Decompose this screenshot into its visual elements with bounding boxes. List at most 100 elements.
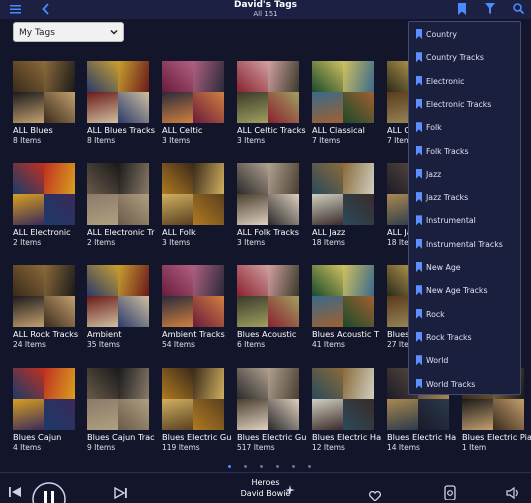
tag-tile-count: 2 Items	[13, 238, 42, 247]
tag-menu-item[interactable]: Instrumental Tracks	[409, 235, 522, 255]
tag-menu-item-label: New Age Tracks	[426, 286, 488, 296]
tag-tile-count: 8 Items	[87, 136, 116, 145]
tag-tile-name: ALL Folk	[162, 227, 196, 237]
tag-tile-count: 8 Items	[13, 136, 42, 145]
pager-dot[interactable]	[260, 465, 263, 468]
filter-icon[interactable]	[485, 3, 495, 14]
tag-tile-count: 7 Items	[312, 136, 341, 145]
tag-tile-count: 18 Items	[312, 238, 345, 247]
bookmark-icon	[416, 122, 422, 133]
tag-tile-count: 9 Items	[87, 443, 116, 452]
tag-menu-item[interactable]: Country	[409, 25, 522, 45]
tag-menu-item-label: New Age	[426, 263, 461, 272]
tag-tile-count: 3 Items	[162, 238, 191, 247]
tag-menu-item[interactable]: Electronic Tracks	[409, 95, 522, 115]
tag-menu-item-label: Country	[426, 30, 457, 39]
bookmark-icon	[416, 238, 422, 249]
bookmark-icon	[416, 215, 422, 226]
tag-tile-name: ALL Rock Tracks	[13, 329, 79, 339]
tag-tile-count: 12 Items	[312, 443, 345, 452]
tag-tile-count: 4 Items	[13, 443, 42, 452]
tag-menu-item[interactable]: Rock Tracks	[409, 328, 522, 348]
tag-tile-count: 54 Items	[162, 340, 195, 349]
tag-menu-item-label: Electronic	[426, 76, 465, 86]
album-art-collage	[312, 61, 374, 123]
tag-menu-item[interactable]: Country Tracks	[409, 48, 522, 68]
tag-tile-count: 3 Items	[237, 136, 266, 145]
tag-menu-item[interactable]: Jazz	[409, 165, 522, 185]
bookmark-icon	[416, 145, 422, 156]
tag-tile-name: ALL Celtic Tracks	[237, 125, 306, 135]
tag-tile-name: ALL Celtic	[162, 125, 203, 135]
tag-menu-item-label: Folk	[426, 123, 442, 133]
top-bar: David's Tags All 151	[0, 0, 531, 19]
pager-dot[interactable]	[292, 465, 295, 468]
tag-tile-count: 14 Items	[387, 443, 420, 452]
tag-menu-item[interactable]: World	[409, 351, 522, 371]
album-art-collage	[312, 163, 374, 225]
tag-menu-item-label: Electronic Tracks	[426, 99, 492, 109]
album-art-collage	[162, 163, 224, 225]
pager-dot[interactable]	[276, 465, 279, 468]
tag-tile-name: ALL Jazz	[312, 227, 346, 237]
album-art-collage	[13, 368, 75, 430]
tag-tile-count: 35 Items	[87, 340, 120, 349]
tag-tile-name: Blues Electric Ha	[312, 432, 382, 442]
tag-menu-item[interactable]: Electronic	[409, 72, 522, 92]
album-art-collage	[162, 61, 224, 123]
album-art-collage	[87, 61, 149, 123]
bookmark-icon	[416, 378, 422, 389]
bookmark-icon	[416, 308, 422, 319]
tag-tile-name: ALL Electronic	[13, 227, 71, 237]
tag-menu-item[interactable]: Jazz Tracks	[409, 188, 522, 208]
tag-menu-item[interactable]: Instrumental	[409, 211, 522, 231]
bookmark-icon	[416, 98, 422, 109]
tag-menu-item[interactable]: World Tracks	[409, 375, 522, 395]
bookmark-icon[interactable]	[458, 3, 466, 15]
tag-menu-item-label: Jazz Tracks	[426, 193, 469, 203]
tag-menu-item[interactable]: New Age Tracks	[409, 281, 522, 301]
bookmark-icon	[416, 29, 422, 39]
tag-tile-count: 517 Items	[237, 443, 275, 452]
bookmark-icon	[416, 75, 422, 86]
now-playing-title: Heroes	[251, 478, 280, 487]
tag-tile-count: 1 Item	[462, 443, 487, 452]
bookmark-icon	[416, 192, 422, 203]
tag-tile-count: 3 Items	[162, 136, 191, 145]
pager-dot[interactable]	[228, 465, 231, 468]
tag-menu-item[interactable]: New Age	[409, 258, 522, 278]
tag-tile-count: 3 Items	[237, 238, 266, 247]
album-art-collage	[13, 163, 75, 225]
pager-dot[interactable]	[308, 465, 311, 468]
album-art-collage	[312, 265, 374, 327]
tag-tile-count: 6 Items	[237, 340, 266, 349]
tag-menu-item[interactable]: Rock	[409, 305, 522, 325]
tag-tile-name: ALL Blues	[13, 125, 53, 135]
tag-menu-item-label: Rock Tracks	[426, 332, 472, 342]
tag-dropdown-menu: Country Country Tracks Electronic Electroni…	[408, 21, 521, 395]
tag-menu-item-label: World	[426, 356, 449, 366]
tag-tile-name: Blues Acoustic T	[312, 329, 379, 339]
tag-tile-name: Ambient	[87, 329, 122, 339]
tag-tile-name: Blues Cajun	[13, 432, 62, 442]
tag-menu-item-label: World Tracks	[426, 379, 476, 389]
pager-dot[interactable]	[244, 465, 247, 468]
tag-group-select[interactable]: My Tags	[13, 22, 124, 42]
tag-tile-count: 24 Items	[13, 340, 46, 349]
now-playing-artist: David Bowie	[240, 489, 291, 498]
tag-menu-item-label: Country Tracks	[426, 53, 484, 63]
tag-tile-name: Ambient Tracks	[162, 329, 225, 339]
tag-tile-count: 41 Items	[312, 340, 345, 349]
tag-tile-name: ALL Classical	[312, 125, 365, 135]
tag-menu-item[interactable]: Folk Tracks	[409, 142, 522, 162]
tag-tile-name: Blues Electric Gu	[162, 432, 232, 442]
tag-tile-name: ALL Electronic Tr	[87, 227, 155, 237]
album-art-collage	[162, 265, 224, 327]
search-icon[interactable]	[513, 3, 524, 14]
tag-group-select-value: My Tags	[19, 28, 55, 38]
bookmark-icon	[416, 168, 422, 179]
album-art-collage	[13, 265, 75, 327]
album-art-collage	[237, 163, 299, 225]
tag-menu-item[interactable]: Folk	[409, 118, 522, 138]
album-art-collage	[162, 368, 224, 430]
